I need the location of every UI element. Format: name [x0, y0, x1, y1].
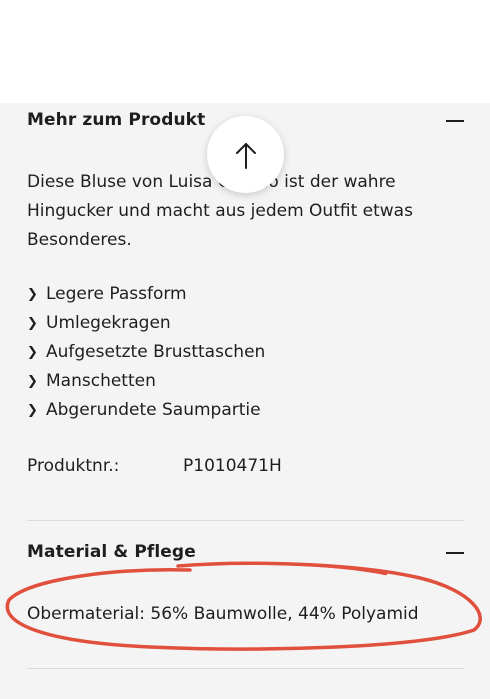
collapse-product-details-icon[interactable] [446, 120, 464, 122]
feature-label: Abgerundete Saumpartie [46, 400, 261, 420]
feature-item: ❯ Aufgesetzte Brusttaschen [27, 338, 265, 367]
section-divider [27, 668, 464, 669]
section-divider [27, 520, 464, 521]
material-composition: Obermaterial: 56% Baumwolle, 44% Polyami… [27, 604, 419, 624]
arrow-up-icon [235, 142, 256, 169]
material-care-heading[interactable]: Material & Pflege [27, 542, 196, 562]
product-details-heading[interactable]: Mehr zum Produkt [27, 110, 205, 130]
feature-label: Manschetten [46, 371, 156, 391]
feature-item: ❯ Legere Passform [27, 280, 265, 309]
collapse-material-care-icon[interactable] [446, 552, 464, 554]
feature-label: Umlegekragen [46, 313, 171, 333]
chevron-right-icon: ❯ [27, 374, 38, 389]
product-number-value: P1010471H [183, 456, 282, 476]
chevron-right-icon: ❯ [27, 403, 38, 418]
feature-list: ❯ Legere Passform ❯ Umlegekragen ❯ Aufge… [27, 280, 265, 425]
feature-item: ❯ Abgerundete Saumpartie [27, 396, 265, 425]
scroll-to-top-button[interactable] [207, 116, 284, 193]
chevron-right-icon: ❯ [27, 345, 38, 360]
feature-label: Aufgesetzte Brusttaschen [46, 342, 266, 362]
chevron-right-icon: ❯ [27, 316, 38, 331]
feature-item: ❯ Umlegekragen [27, 309, 265, 338]
feature-label: Legere Passform [46, 284, 187, 304]
chevron-right-icon: ❯ [27, 287, 38, 302]
product-number-label: Produktnr.: [27, 456, 120, 476]
feature-item: ❯ Manschetten [27, 367, 265, 396]
